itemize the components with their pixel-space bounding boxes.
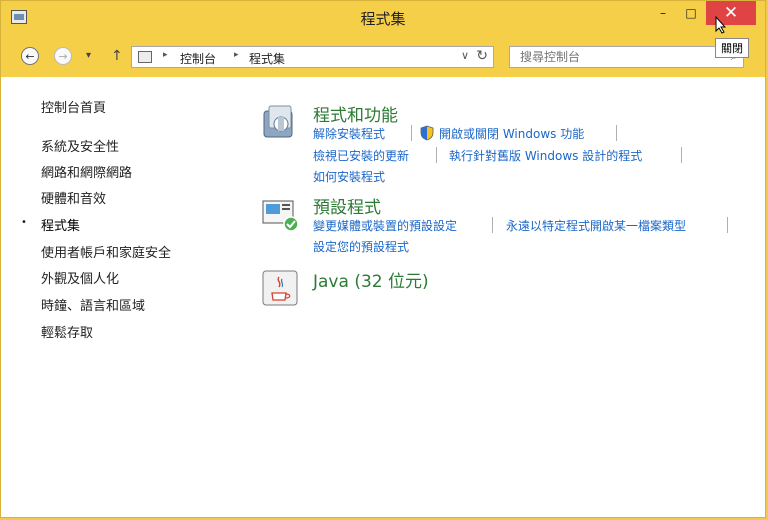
link-separator [727,217,728,233]
navigation-toolbar: ← → ▾ ↑ ▸ 控制台 ▸ 程式集 ∨ ↻ ⌕ [1,35,765,77]
turn-windows-features-link[interactable]: 開啟或關閉 Windows 功能 [439,125,584,142]
minimize-button[interactable]: – [649,1,677,25]
uac-shield-icon [420,125,434,141]
breadcrumb-control-panel[interactable]: 控制台 [180,50,216,67]
breadcrumb-programs[interactable]: 程式集 [249,50,285,67]
link-separator [616,125,617,141]
default-programs-icon[interactable] [261,195,299,233]
sidebar-item-appearance[interactable]: 外觀及個人化 [41,268,119,287]
view-installed-updates-link[interactable]: 檢視已安裝的更新 [313,147,409,164]
link-separator [411,125,412,141]
search-input[interactable] [518,49,712,65]
close-button[interactable]: ✕ [706,1,756,25]
control-panel-address-icon [138,51,152,63]
link-separator [492,217,493,233]
java-title[interactable]: Java (32 位元) [313,267,429,292]
sidebar-item-clock-language-region[interactable]: 時鐘、語言和區域 [41,295,145,314]
set-default-programs-link[interactable]: 設定您的預設程式 [313,238,409,255]
maximize-button[interactable]: □ [677,1,705,25]
breadcrumb-separator[interactable]: ▸ [234,50,239,60]
forward-button[interactable]: → [54,47,72,65]
back-button[interactable]: ← [21,47,39,65]
programs-features-title[interactable]: 程式和功能 [313,101,398,126]
link-separator [681,147,682,163]
how-to-install-link[interactable]: 如何安裝程式 [313,168,385,185]
sidebar-item-ease-of-access[interactable]: 輕鬆存取 [41,322,93,341]
title-bar: 程式集 – □ ✕ [1,1,765,35]
current-item-bullet: • [21,217,27,228]
always-open-file-type-link[interactable]: 永遠以特定程式開啟某一檔案類型 [506,217,686,234]
content-area: 控制台首頁 系統及安全性 網路和網際網路 硬體和音效 • 程式集 使用者帳戶和家… [1,77,765,517]
address-dropdown-icon[interactable]: ∨ [461,49,469,62]
run-older-programs-link[interactable]: 執行針對舊版 Windows 設計的程式 [449,147,642,164]
recent-locations-dropdown[interactable]: ▾ [86,50,91,61]
refresh-icon[interactable]: ↻ [476,48,488,64]
sidebar-item-network-internet[interactable]: 網路和網際網路 [41,162,132,181]
close-tooltip: 關閉 [715,38,749,58]
breadcrumb-separator[interactable]: ▸ [163,50,168,60]
uninstall-program-link[interactable]: 解除安裝程式 [313,125,385,142]
address-bar[interactable]: ▸ 控制台 ▸ 程式集 ∨ ↻ [131,46,494,68]
sidebar-item-programs[interactable]: 程式集 [41,215,80,234]
search-box[interactable]: ⌕ [509,46,744,68]
change-media-defaults-link[interactable]: 變更媒體或裝置的預設設定 [313,217,457,234]
java-icon[interactable] [261,269,299,307]
sidebar-item-control-panel-home[interactable]: 控制台首頁 [41,97,106,116]
control-panel-window: 程式集 – □ ✕ ← → ▾ ↑ ▸ 控制台 ▸ 程式集 ∨ ↻ ⌕ 關閉 控… [0,0,766,518]
sidebar-item-system-security[interactable]: 系統及安全性 [41,136,119,155]
link-separator [436,147,437,163]
default-programs-title[interactable]: 預設程式 [313,193,381,218]
programs-features-icon[interactable] [261,103,299,141]
mouse-cursor-icon [715,15,727,39]
up-button[interactable]: ↑ [111,48,123,64]
sidebar-item-user-accounts[interactable]: 使用者帳戶和家庭安全 [41,242,171,261]
sidebar-item-hardware-sound[interactable]: 硬體和音效 [41,188,106,207]
